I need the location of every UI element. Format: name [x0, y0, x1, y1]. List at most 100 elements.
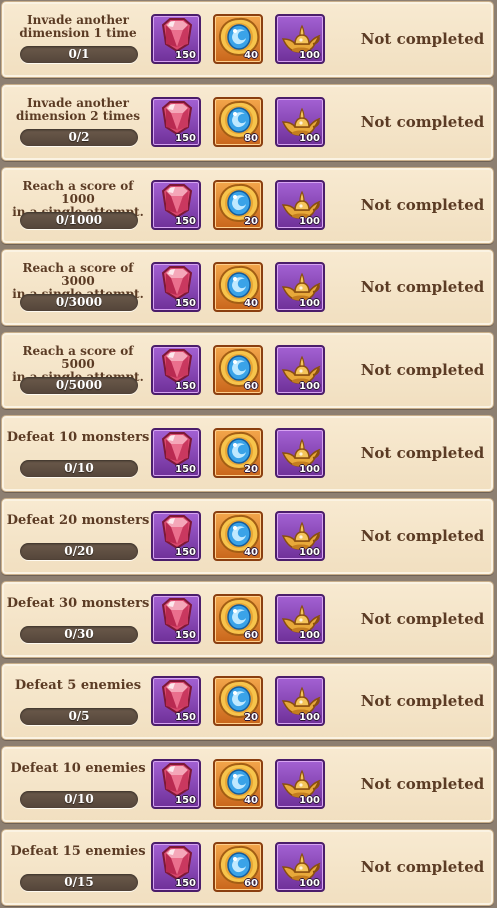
reward-count: 100	[299, 712, 320, 724]
reward-slot-gem[interactable]: 150	[151, 14, 201, 64]
completion-status: Not completed	[360, 692, 485, 711]
progress-text: 0/30	[64, 626, 94, 641]
progress-bar: 0/3000	[20, 294, 138, 312]
reward-count: 150	[175, 878, 196, 889]
reward-slot-gem[interactable]: 150	[151, 759, 201, 810]
achievement-row: Reach a score of 5000 in a single attemp…	[1, 332, 494, 410]
reward-slot-lamp[interactable]: 100	[275, 179, 325, 230]
progress-text: 0/2	[68, 129, 90, 144]
progress-text: 0/1	[68, 47, 90, 61]
completion-status: Not completed	[360, 30, 485, 48]
reward-slot-gem[interactable]: 150	[151, 262, 201, 313]
reward-slot-lamp[interactable]: 100	[275, 842, 325, 892]
reward-count: 150	[175, 215, 196, 227]
reward-slot-orb[interactable]: 80	[213, 96, 263, 147]
achievement-row: Defeat 5 enemies 0/5 150 20 100 Not comp…	[1, 663, 494, 741]
reward-count: 150	[175, 381, 196, 393]
reward-count: 150	[175, 50, 196, 61]
reward-count: 150	[175, 629, 196, 641]
reward-slot-orb[interactable]: 20	[213, 428, 263, 478]
reward-count: 150	[175, 712, 196, 724]
reward-slot-orb[interactable]: 40	[213, 262, 263, 313]
completion-status: Not completed	[360, 858, 485, 876]
progress-text: 0/5	[68, 709, 90, 724]
reward-count: 150	[175, 795, 196, 807]
achievement-row: Defeat 15 enemies 0/15 150 60 100 Not co…	[1, 829, 494, 906]
reward-count: 100	[299, 381, 320, 393]
reward-slot-orb[interactable]: 20	[213, 676, 263, 727]
reward-count: 20	[244, 464, 258, 475]
reward-slot-lamp[interactable]: 100	[275, 428, 325, 478]
reward-count: 60	[244, 381, 258, 393]
reward-count: 150	[175, 464, 196, 475]
reward-count: 40	[244, 50, 258, 61]
achievement-row: Invade another dimension 1 time 0/1 150	[1, 1, 494, 78]
progress-bar: 0/5000	[20, 377, 138, 395]
reward-count: 40	[244, 795, 258, 807]
progress-bar: 0/1	[20, 46, 138, 63]
progress-text: 0/3000	[55, 295, 103, 310]
completion-status: Not completed	[360, 444, 485, 462]
reward-slot-lamp[interactable]: 100	[275, 14, 325, 64]
reward-count: 60	[244, 878, 258, 889]
completion-status: Not completed	[360, 278, 485, 297]
reward-slot-gem[interactable]: 150	[151, 96, 201, 147]
reward-slot-gem[interactable]: 150	[151, 179, 201, 230]
reward-slot-lamp[interactable]: 100	[275, 759, 325, 810]
achievement-title: Defeat 15 enemies	[10, 844, 146, 859]
reward-slot-orb[interactable]: 40	[213, 14, 263, 64]
reward-count: 100	[299, 132, 320, 144]
progress-bar: 0/20	[20, 542, 138, 560]
reward-count: 80	[244, 132, 258, 144]
reward-slot-lamp[interactable]: 100	[275, 510, 325, 561]
completion-status: Not completed	[360, 526, 485, 545]
reward-count: 150	[175, 546, 196, 558]
progress-bar: 0/5	[20, 708, 138, 726]
achievement-row: Defeat 30 monsters 0/30 150 60 100 Not c…	[1, 580, 494, 658]
reward-slot-lamp[interactable]: 100	[275, 262, 325, 313]
achievement-row: Defeat 10 enemies 0/10 150 40 100 Not co…	[1, 746, 494, 824]
progress-text: 0/5000	[55, 378, 103, 393]
achievement-title: Defeat 10 monsters	[6, 430, 150, 445]
progress-bar: 0/2	[20, 128, 138, 146]
reward-slot-gem[interactable]: 150	[151, 842, 201, 892]
progress-text: 0/1000	[55, 212, 103, 227]
reward-slot-lamp[interactable]: 100	[275, 96, 325, 147]
achievement-row: Reach a score of 3000 in a single attemp…	[1, 249, 494, 327]
reward-count: 100	[299, 464, 320, 475]
reward-count: 100	[299, 298, 320, 310]
reward-slot-orb[interactable]: 20	[213, 179, 263, 230]
progress-text: 0/20	[64, 543, 94, 558]
reward-slot-orb[interactable]: 60	[213, 593, 263, 644]
reward-slot-orb[interactable]: 40	[213, 759, 263, 810]
achievement-row: Defeat 10 monsters 0/10 150 20 100 Not c…	[1, 415, 494, 492]
reward-slot-gem[interactable]: 150	[151, 593, 201, 644]
reward-count: 20	[244, 712, 258, 724]
reward-slot-orb[interactable]: 40	[213, 510, 263, 561]
reward-slot-lamp[interactable]: 100	[275, 345, 325, 396]
progress-text: 0/15	[64, 875, 94, 889]
achievement-title: Defeat 20 monsters	[6, 512, 150, 528]
completion-status: Not completed	[360, 609, 485, 628]
reward-slot-lamp[interactable]: 100	[275, 593, 325, 644]
reward-slot-orb[interactable]: 60	[213, 842, 263, 892]
reward-slot-gem[interactable]: 150	[151, 428, 201, 478]
reward-count: 100	[299, 215, 320, 227]
reward-slot-gem[interactable]: 150	[151, 345, 201, 396]
achievement-list: Invade another dimension 1 time 0/1 150	[0, 0, 497, 908]
reward-count: 100	[299, 546, 320, 558]
completion-status: Not completed	[360, 112, 485, 131]
reward-slot-gem[interactable]: 150	[151, 676, 201, 727]
progress-bar: 0/10	[20, 460, 138, 477]
achievement-title: Defeat 30 monsters	[6, 595, 150, 611]
reward-count: 100	[299, 629, 320, 641]
reward-slot-gem[interactable]: 150	[151, 510, 201, 561]
achievement-row: Invade another dimension 2 times 0/2 150	[1, 83, 494, 161]
progress-bar: 0/30	[20, 625, 138, 643]
reward-slot-lamp[interactable]: 100	[275, 676, 325, 727]
reward-slot-orb[interactable]: 60	[213, 345, 263, 396]
reward-count: 60	[244, 629, 258, 641]
completion-status: Not completed	[360, 195, 485, 214]
reward-count: 100	[299, 795, 320, 807]
achievement-title: Defeat 10 enemies	[10, 761, 146, 777]
